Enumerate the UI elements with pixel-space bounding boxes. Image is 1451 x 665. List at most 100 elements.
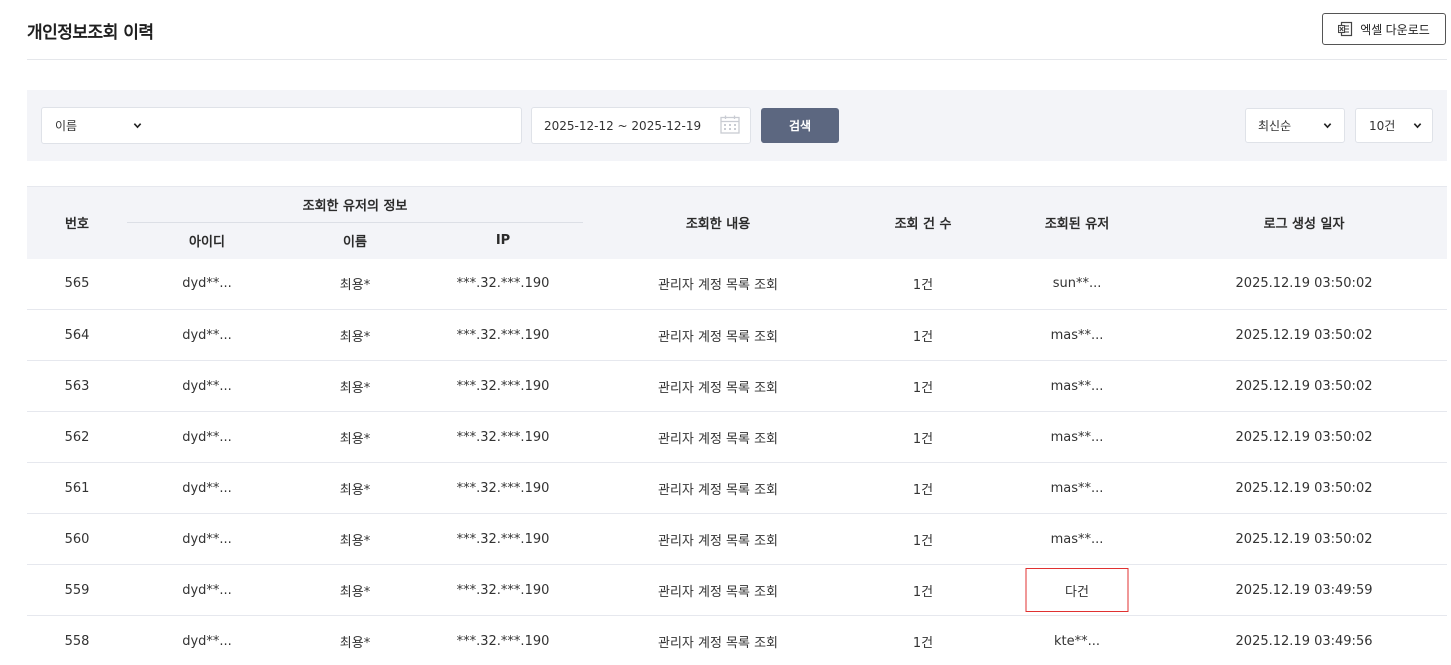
cell-number: 560 [27,513,127,565]
cell-ip: ***.32.***.190 [423,258,584,310]
header-content: 조회한 내용 [583,186,854,259]
cell-created-at: 2025.12.19 03:50:02 [1161,462,1448,514]
table-row[interactable]: 564 dyd**... 최용* ***.32.***.190 관리자 계정 목… [27,309,1448,361]
cell-number: 561 [27,462,127,514]
cell-name: 최용* [287,513,423,565]
cell-name: 최용* [287,411,423,463]
cell-ip: ***.32.***.190 [423,513,584,565]
cell-count: 1건 [853,360,994,412]
table-row[interactable]: 562 dyd**... 최용* ***.32.***.190 관리자 계정 목… [27,411,1448,463]
table-row[interactable]: 565 dyd**... 최용* ***.32.***.190 관리자 계정 목… [27,258,1448,310]
cell-id: dyd**... [127,615,287,665]
search-combo: 이름 [41,107,522,144]
cell-number: 564 [27,309,127,361]
cell-count: 1건 [853,411,994,463]
chevron-down-icon [1323,121,1332,130]
table-row[interactable]: 558 dyd**... 최용* ***.32.***.190 관리자 계정 목… [27,615,1448,665]
cell-id: dyd**... [127,462,287,514]
cell-count: 1건 [853,564,994,616]
cell-created-at: 2025.12.19 03:49:59 [1161,564,1448,616]
cell-content: 관리자 계정 목록 조회 [583,360,854,412]
header-user-info-group: 조회한 유저의 정보 [127,186,584,223]
cell-id: dyd**... [127,513,287,565]
cell-ip: ***.32.***.190 [423,615,584,665]
cell-number: 559 [27,564,127,616]
calendar-icon[interactable] [720,115,740,137]
header-count: 조회 건 수 [853,186,994,259]
sort-select[interactable]: 최신순 [1245,108,1345,143]
table-header: 번호 조회한 유저의 정보 조회한 내용 조회 건 수 조회된 유저 로그 생성… [27,186,1448,259]
history-table: 번호 조회한 유저의 정보 조회한 내용 조회 건 수 조회된 유저 로그 생성… [27,186,1448,665]
cell-created-at: 2025.12.19 03:50:02 [1161,309,1448,361]
filter-bar: 이름 2025-12-12 ~ 2025-12-19 검색 최신순 10건 [27,90,1447,161]
search-button[interactable]: 검색 [761,108,839,143]
cell-target-user: mas**... [993,309,1162,361]
cell-id: dyd**... [127,564,287,616]
cell-content: 관리자 계정 목록 조회 [583,258,854,310]
cell-created-at: 2025.12.19 03:50:02 [1161,513,1448,565]
cell-number: 562 [27,411,127,463]
cell-id: dyd**... [127,258,287,310]
chevron-down-icon [133,121,142,130]
cell-content: 관리자 계정 목록 조회 [583,462,854,514]
table-body: 565 dyd**... 최용* ***.32.***.190 관리자 계정 목… [27,258,1448,665]
cell-name: 최용* [287,615,423,665]
cell-count: 1건 [853,513,994,565]
header-id: 아이디 [127,222,287,259]
header-target-user: 조회된 유저 [993,186,1162,259]
cell-created-at: 2025.12.19 03:49:56 [1161,615,1448,665]
excel-download-button[interactable]: 엑셀 다운로드 [1322,13,1446,45]
cell-count: 1건 [853,615,994,665]
page-title: 개인정보조회 이력 [27,23,154,43]
cell-target-user: kte**... [993,615,1162,665]
cell-id: dyd**... [127,411,287,463]
page-size-select[interactable]: 10건 [1355,108,1433,143]
cell-number: 563 [27,360,127,412]
cell-count: 1건 [853,309,994,361]
cell-name: 최용* [287,360,423,412]
table-row[interactable]: 560 dyd**... 최용* ***.32.***.190 관리자 계정 목… [27,513,1448,565]
excel-download-label: 엑셀 다운로드 [1360,22,1430,37]
chevron-down-icon [1413,121,1422,130]
header-name: 이름 [287,222,423,259]
cell-ip: ***.32.***.190 [423,309,584,361]
title-divider [27,59,1447,60]
cell-target-user: mas**... [993,411,1162,463]
cell-target-user: sun**... [993,258,1162,310]
cell-name: 최용* [287,258,423,310]
cell-target-user: mas**... [993,513,1162,565]
cell-content: 관리자 계정 목록 조회 [583,615,854,665]
date-range-picker[interactable]: 2025-12-12 ~ 2025-12-19 [531,107,751,144]
table-row[interactable]: 561 dyd**... 최용* ***.32.***.190 관리자 계정 목… [27,462,1448,514]
cell-name: 최용* [287,462,423,514]
cell-number: 558 [27,615,127,665]
cell-content: 관리자 계정 목록 조회 [583,309,854,361]
cell-created-at: 2025.12.19 03:50:02 [1161,360,1448,412]
cell-created-at: 2025.12.19 03:50:02 [1161,258,1448,310]
cell-name: 최용* [287,564,423,616]
highlight-box [1025,568,1129,612]
cell-target-user: mas**... [993,360,1162,412]
sort-select-value: 최신순 [1258,119,1292,133]
cell-number: 565 [27,258,127,310]
cell-id: dyd**... [127,309,287,361]
search-field-value: 이름 [55,119,78,133]
search-field-select[interactable]: 이름 [42,108,152,143]
cell-id: dyd**... [127,360,287,412]
cell-content: 관리자 계정 목록 조회 [583,513,854,565]
cell-content: 관리자 계정 목록 조회 [583,411,854,463]
cell-ip: ***.32.***.190 [423,462,584,514]
cell-content: 관리자 계정 목록 조회 [583,564,854,616]
cell-ip: ***.32.***.190 [423,411,584,463]
search-input[interactable] [160,108,515,143]
header-created-at: 로그 생성 일자 [1161,186,1448,259]
header-ip: IP [423,222,584,259]
page-size-value: 10건 [1369,119,1396,133]
table-row[interactable]: 559 dyd**... 최용* ***.32.***.190 관리자 계정 목… [27,564,1448,616]
cell-name: 최용* [287,309,423,361]
table-row[interactable]: 563 dyd**... 최용* ***.32.***.190 관리자 계정 목… [27,360,1448,412]
header-number: 번호 [27,186,127,259]
cell-target-user-highlighted[interactable]: 다건 [993,564,1162,616]
cell-ip: ***.32.***.190 [423,564,584,616]
cell-count: 1건 [853,462,994,514]
